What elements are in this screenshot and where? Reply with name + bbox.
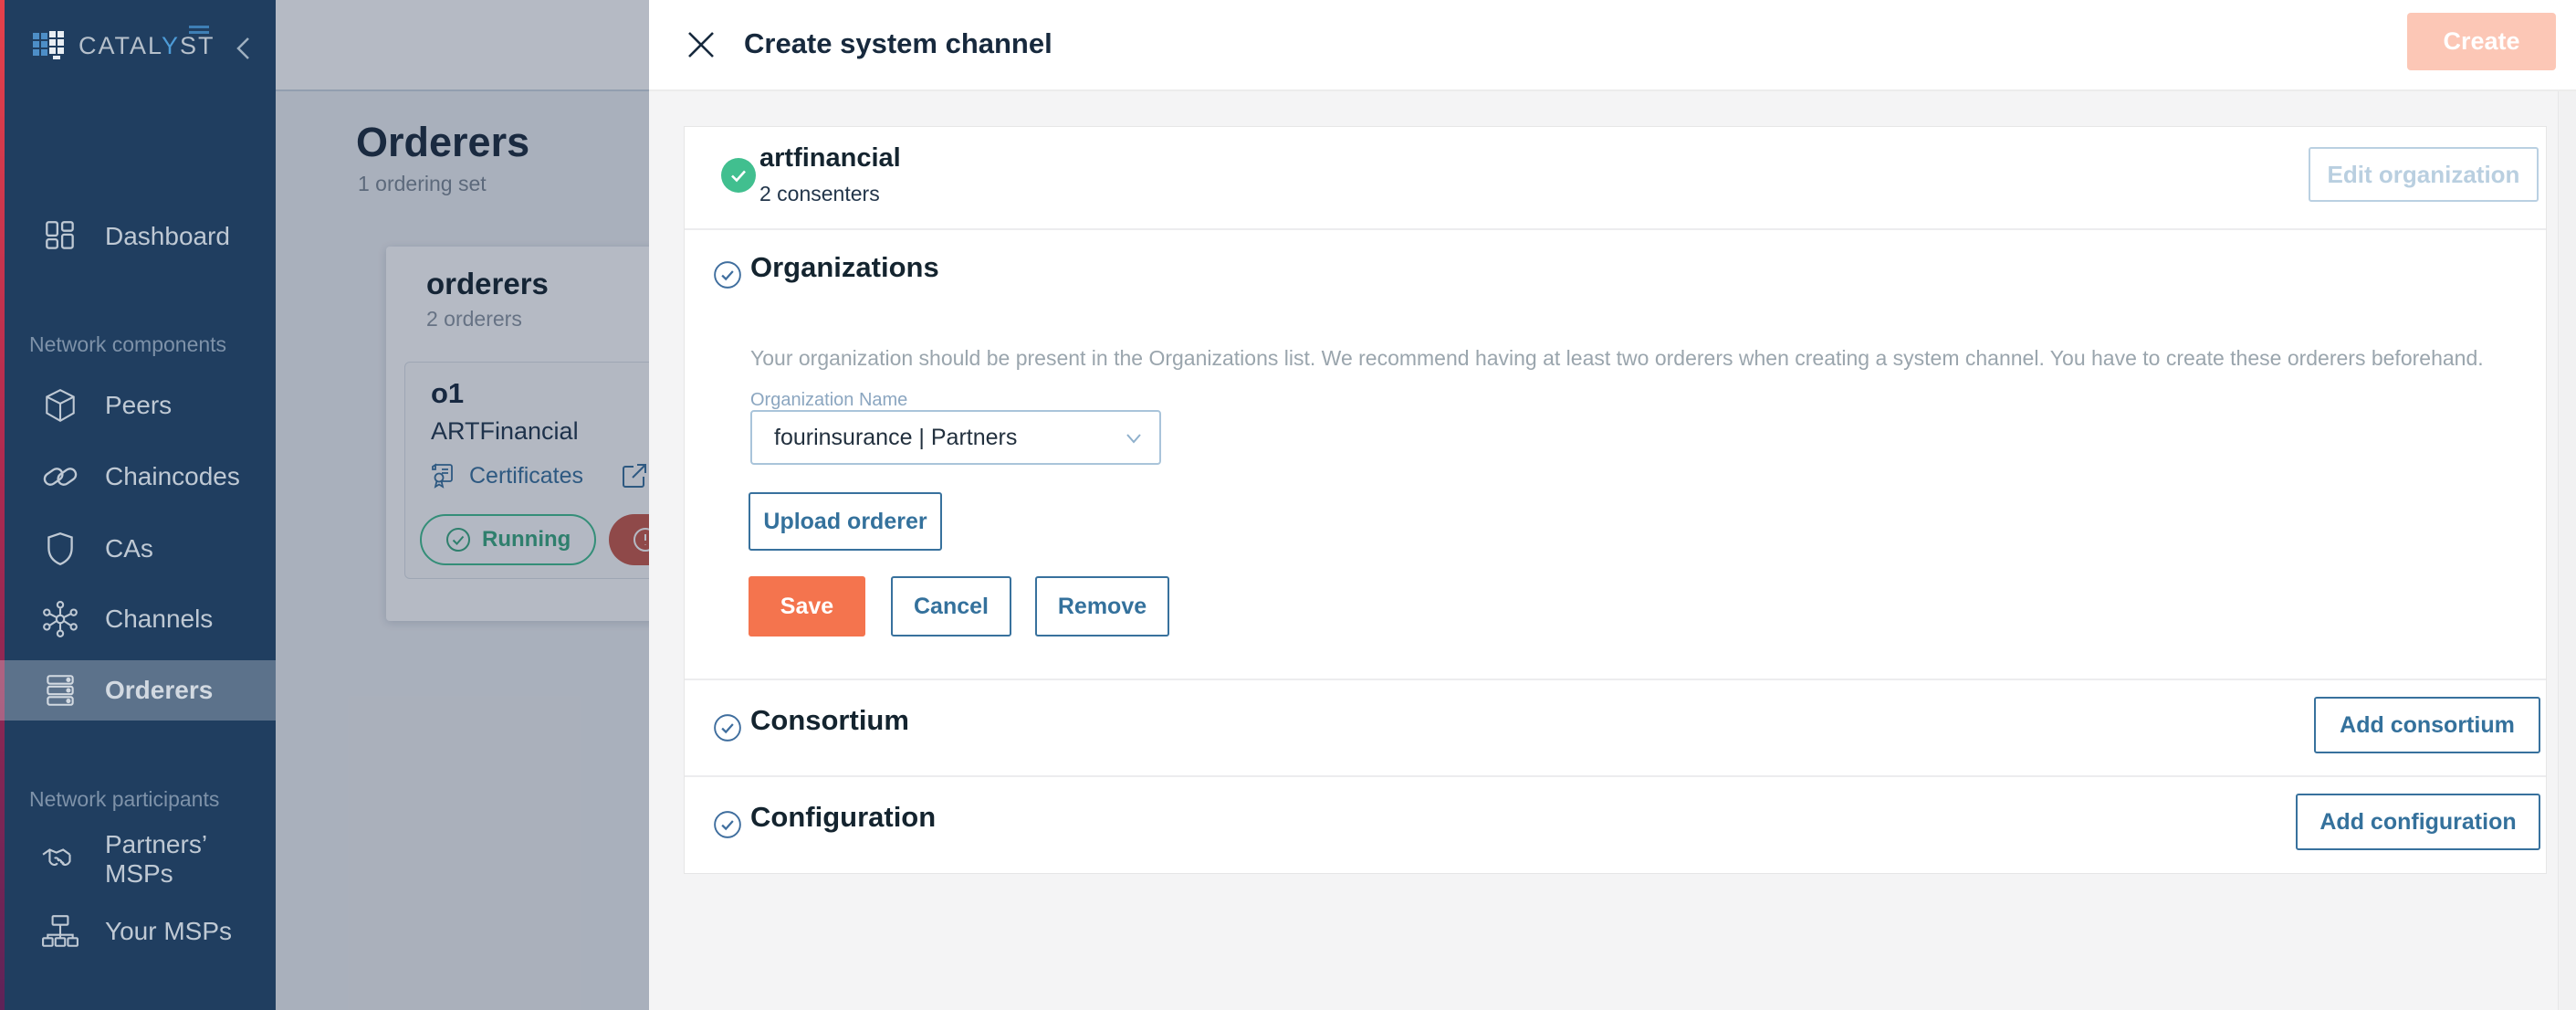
sidebar-item-label: Partners’ MSPs	[105, 830, 207, 888]
organization-name-value: fourinsurance | Partners	[774, 425, 1018, 450]
chevron-down-icon	[1126, 434, 1141, 444]
panel-divider	[685, 228, 2546, 230]
chain-icon	[43, 468, 78, 486]
sidebar-item-label: Your MSPs	[105, 917, 233, 945]
create-system-channel-modal: Create system channel Create artfinancia…	[649, 0, 2576, 1010]
sidebar-item-label: CAs	[105, 534, 153, 563]
logo: CATALYST	[0, 20, 276, 75]
upload-orderer-button[interactable]: Upload orderer	[749, 492, 942, 551]
screen: Orderers 1 ordering set orderers 2 order…	[0, 0, 2576, 1010]
consortium-check-icon	[714, 714, 741, 742]
organization-consenters: 2 consenters	[759, 182, 880, 205]
sidebar-item-dashboard[interactable]: Dashboard	[0, 206, 276, 267]
sidebar-item-partners-msps[interactable]: Partners’ MSPs	[0, 829, 276, 889]
sidebar-item-label: Chaincodes	[105, 462, 240, 490]
sidebar-item-label: Dashboard	[105, 222, 230, 250]
organization-name: artfinancial	[759, 143, 901, 173]
add-configuration-button[interactable]: Add configuration	[2296, 794, 2540, 850]
servers-icon	[47, 675, 74, 706]
organizations-heading: Organizations	[750, 251, 939, 283]
modal-scrollbar[interactable]	[2558, 91, 2576, 1010]
channel-sections-panel: artfinancial 2 consenters Edit organizat…	[684, 126, 2547, 874]
sidebar-section-components: Network components	[29, 332, 227, 356]
organization-name-select[interactable]: fourinsurance | Partners	[750, 410, 1161, 465]
sidebar: CATALYST Dashboard Network components Pe…	[0, 0, 276, 1010]
shield-icon	[47, 531, 73, 566]
catalyst-logo-icon	[33, 31, 64, 59]
sidebar-item-label: Channels	[105, 605, 214, 633]
edit-organization-button[interactable]: Edit organization	[2309, 147, 2539, 202]
sidebar-item-peers[interactable]: Peers	[0, 375, 276, 436]
modal-header: Create system channel Create	[649, 0, 2576, 91]
organization-name-label: Organization Name	[750, 390, 908, 410]
handshake-icon	[42, 848, 71, 867]
cancel-button[interactable]: Cancel	[891, 576, 1011, 637]
configuration-heading: Configuration	[750, 801, 937, 833]
sidebar-item-your-msps[interactable]: Your MSPs	[0, 901, 276, 962]
logo-t-bars	[189, 26, 209, 37]
create-button[interactable]: Create	[2407, 13, 2556, 70]
remove-button[interactable]: Remove	[1035, 576, 1169, 637]
cube-icon	[46, 389, 75, 423]
sidebar-item-label: Peers	[105, 391, 173, 419]
sidebar-item-cas[interactable]: CAs	[0, 519, 276, 579]
modal-title: Create system channel	[744, 27, 1052, 59]
add-consortium-button[interactable]: Add consortium	[2314, 697, 2540, 753]
logo-text-y: Y	[162, 32, 181, 59]
sidebar-item-channels[interactable]: Channels	[0, 589, 276, 649]
sidebar-item-chaincodes[interactable]: Chaincodes	[0, 447, 276, 507]
dashboard-icon	[46, 221, 74, 249]
sidebar-section-participants: Network participants	[29, 787, 220, 811]
org-success-check-icon	[721, 158, 756, 193]
organizations-description: Your organization should be present in t…	[750, 346, 2484, 370]
network-hub-icon	[43, 601, 78, 637]
sidebar-collapse-icon[interactable]	[230, 33, 257, 64]
logo-text-pre: CATAL	[79, 32, 162, 59]
sidebar-item-label: Orderers	[105, 676, 214, 704]
panel-divider	[685, 679, 2546, 680]
close-icon[interactable]	[682, 26, 720, 64]
consortium-heading: Consortium	[750, 704, 909, 736]
panel-divider	[685, 775, 2546, 777]
save-button[interactable]: Save	[749, 576, 865, 637]
sidebar-item-orderers[interactable]: Orderers	[0, 660, 276, 721]
organizations-check-icon	[714, 261, 741, 289]
sitemap-icon	[42, 915, 79, 947]
configuration-check-icon	[714, 811, 741, 838]
